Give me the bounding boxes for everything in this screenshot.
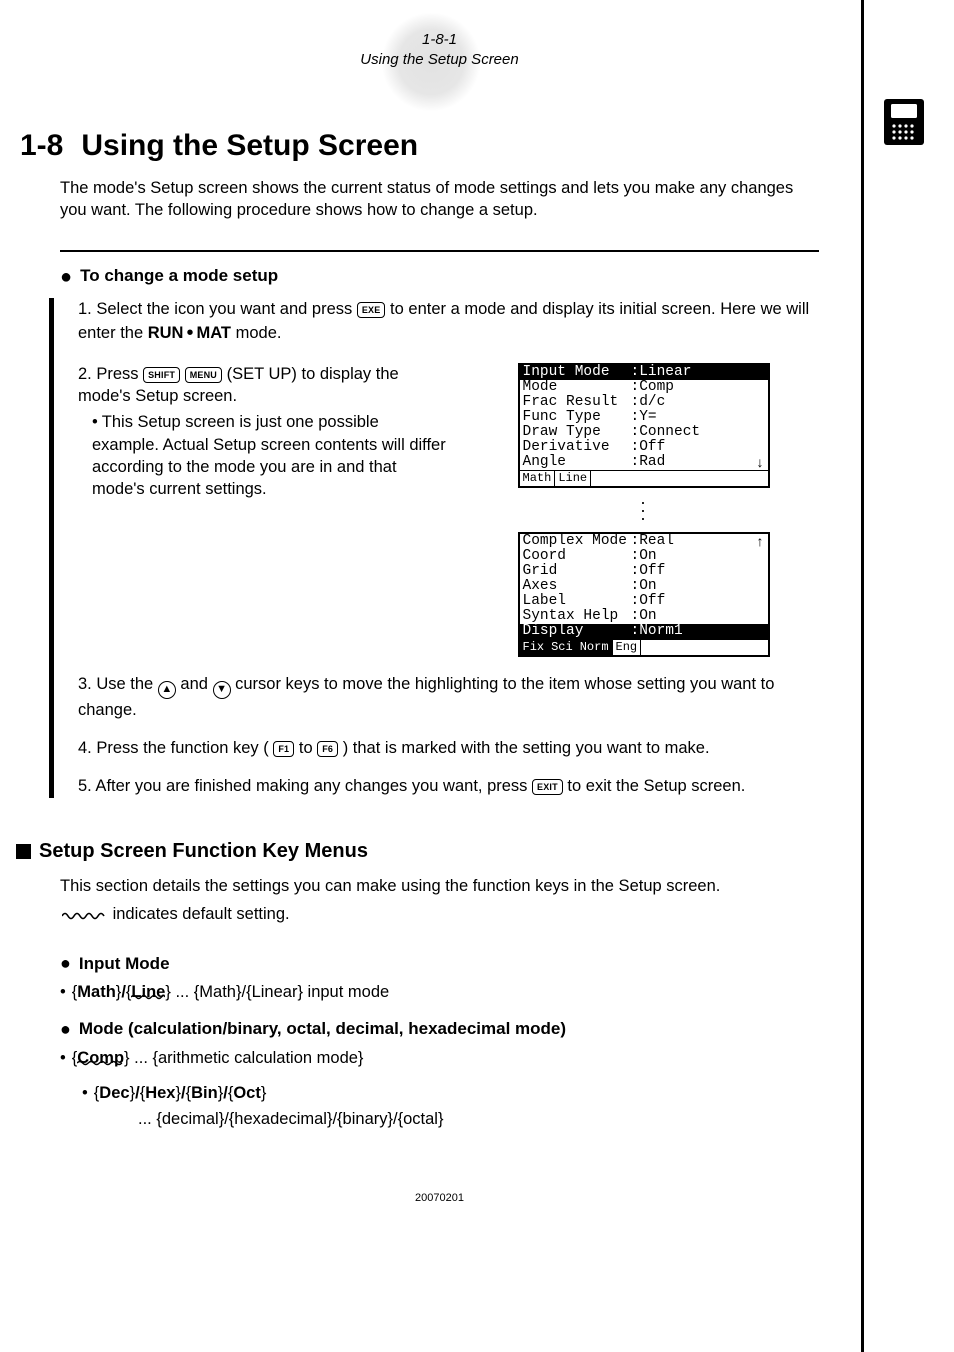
bullet-icon: • [60,1049,66,1067]
page-ref: 1-8-1 [60,30,819,50]
scroll-down-icon: ↓ [757,455,764,470]
step-5: 5. After you are finished making any cha… [78,775,819,797]
fkey-row: MathLine [520,470,768,486]
calculator-screens: Input Mode:Linear Mode:Comp Frac Result:… [468,363,819,657]
scroll-up-icon: ↑ [757,534,764,549]
mode-option-bases-desc: ... {decimal}/{hexadecimal}/{binary}/{oc… [138,1107,819,1132]
step-2: 2. Press SHIFT MENU (SET UP) to display … [78,363,819,657]
calculator-tab-icon [883,98,925,146]
run-label: RUN [148,324,184,342]
page-header: 1-8-1 Using the Setup Screen [60,30,819,69]
step-2-note: •This Setup screen is just one possible … [92,411,448,500]
bullet-icon: ● [60,266,72,288]
calc-screen-1: Input Mode:Linear Mode:Comp Frac Result:… [518,363,770,488]
square-bullet-icon [16,844,31,859]
section-heading-text: Setup Screen Function Key Menus [39,840,368,863]
bullet-icon: • [92,413,98,431]
bullet-icon: • [60,983,66,1001]
footer-date: 20070201 [60,1192,819,1204]
section-heading: Setup Screen Function Key Menus [16,840,819,863]
bullet-icon: ● [60,1019,71,1040]
vertical-ellipsis-icon: ··· [640,498,647,522]
wavy-underline-icon [62,911,106,921]
input-mode-heading: ● Input Mode [60,953,819,974]
input-mode-option: •{Math}/{Line} ... {Math}/{Linear} input… [60,980,819,1005]
shift-key-icon: SHIFT [143,367,180,383]
cursor-up-icon: ▲ [158,681,176,699]
intro-paragraph: The mode's Setup screen shows the curren… [60,177,819,222]
f1-key-icon: F1 [273,741,294,757]
page-subtitle: Using the Setup Screen [60,50,819,70]
wavy-underline-icon [77,1049,124,1074]
exe-key-icon: EXE [357,302,386,318]
mode-option-comp: •{Comp} ... {arithmetic calculation mode… [60,1046,819,1071]
wavy-underline-icon [131,983,165,1008]
step-4: 4. Press the function key ( F1 to F6 ) t… [78,737,819,759]
calc-screen-2: Complex Mode:Real↑ Coord:On Grid:Off Axe… [518,532,770,657]
divider [60,250,819,252]
procedure-heading: ● To change a mode setup [60,266,819,288]
default-note: indicates default setting. [60,903,819,925]
fkey-row: FixSciNormEng [520,639,768,655]
dot-icon: • [183,322,196,344]
step-1: 1. Select the icon you want and press EX… [78,298,819,347]
section-intro: This section details the settings you ca… [60,875,819,897]
bullet-icon: ● [60,953,71,974]
bullet-icon: • [82,1084,88,1102]
step-3: 3. Use the ▲ and ▼ cursor keys to move t… [78,673,819,721]
title-number: 1-8 [20,129,63,162]
page-title: 1-8 Using the Setup Screen [20,129,819,163]
mode-option-bases: •{Dec}/{Hex}/{Bin}/{Oct} [82,1081,819,1106]
mat-label: MAT [196,324,231,342]
mode-heading: ● Mode (calculation/binary, octal, decim… [60,1019,819,1040]
title-text: Using the Setup Screen [81,129,418,162]
cursor-down-icon: ▼ [213,681,231,699]
procedure-block: 1. Select the icon you want and press EX… [49,298,819,798]
menu-key-icon: MENU [185,367,222,383]
f6-key-icon: F6 [317,741,338,757]
exit-key-icon: EXIT [532,779,563,795]
procedure-heading-text: To change a mode setup [80,266,278,286]
